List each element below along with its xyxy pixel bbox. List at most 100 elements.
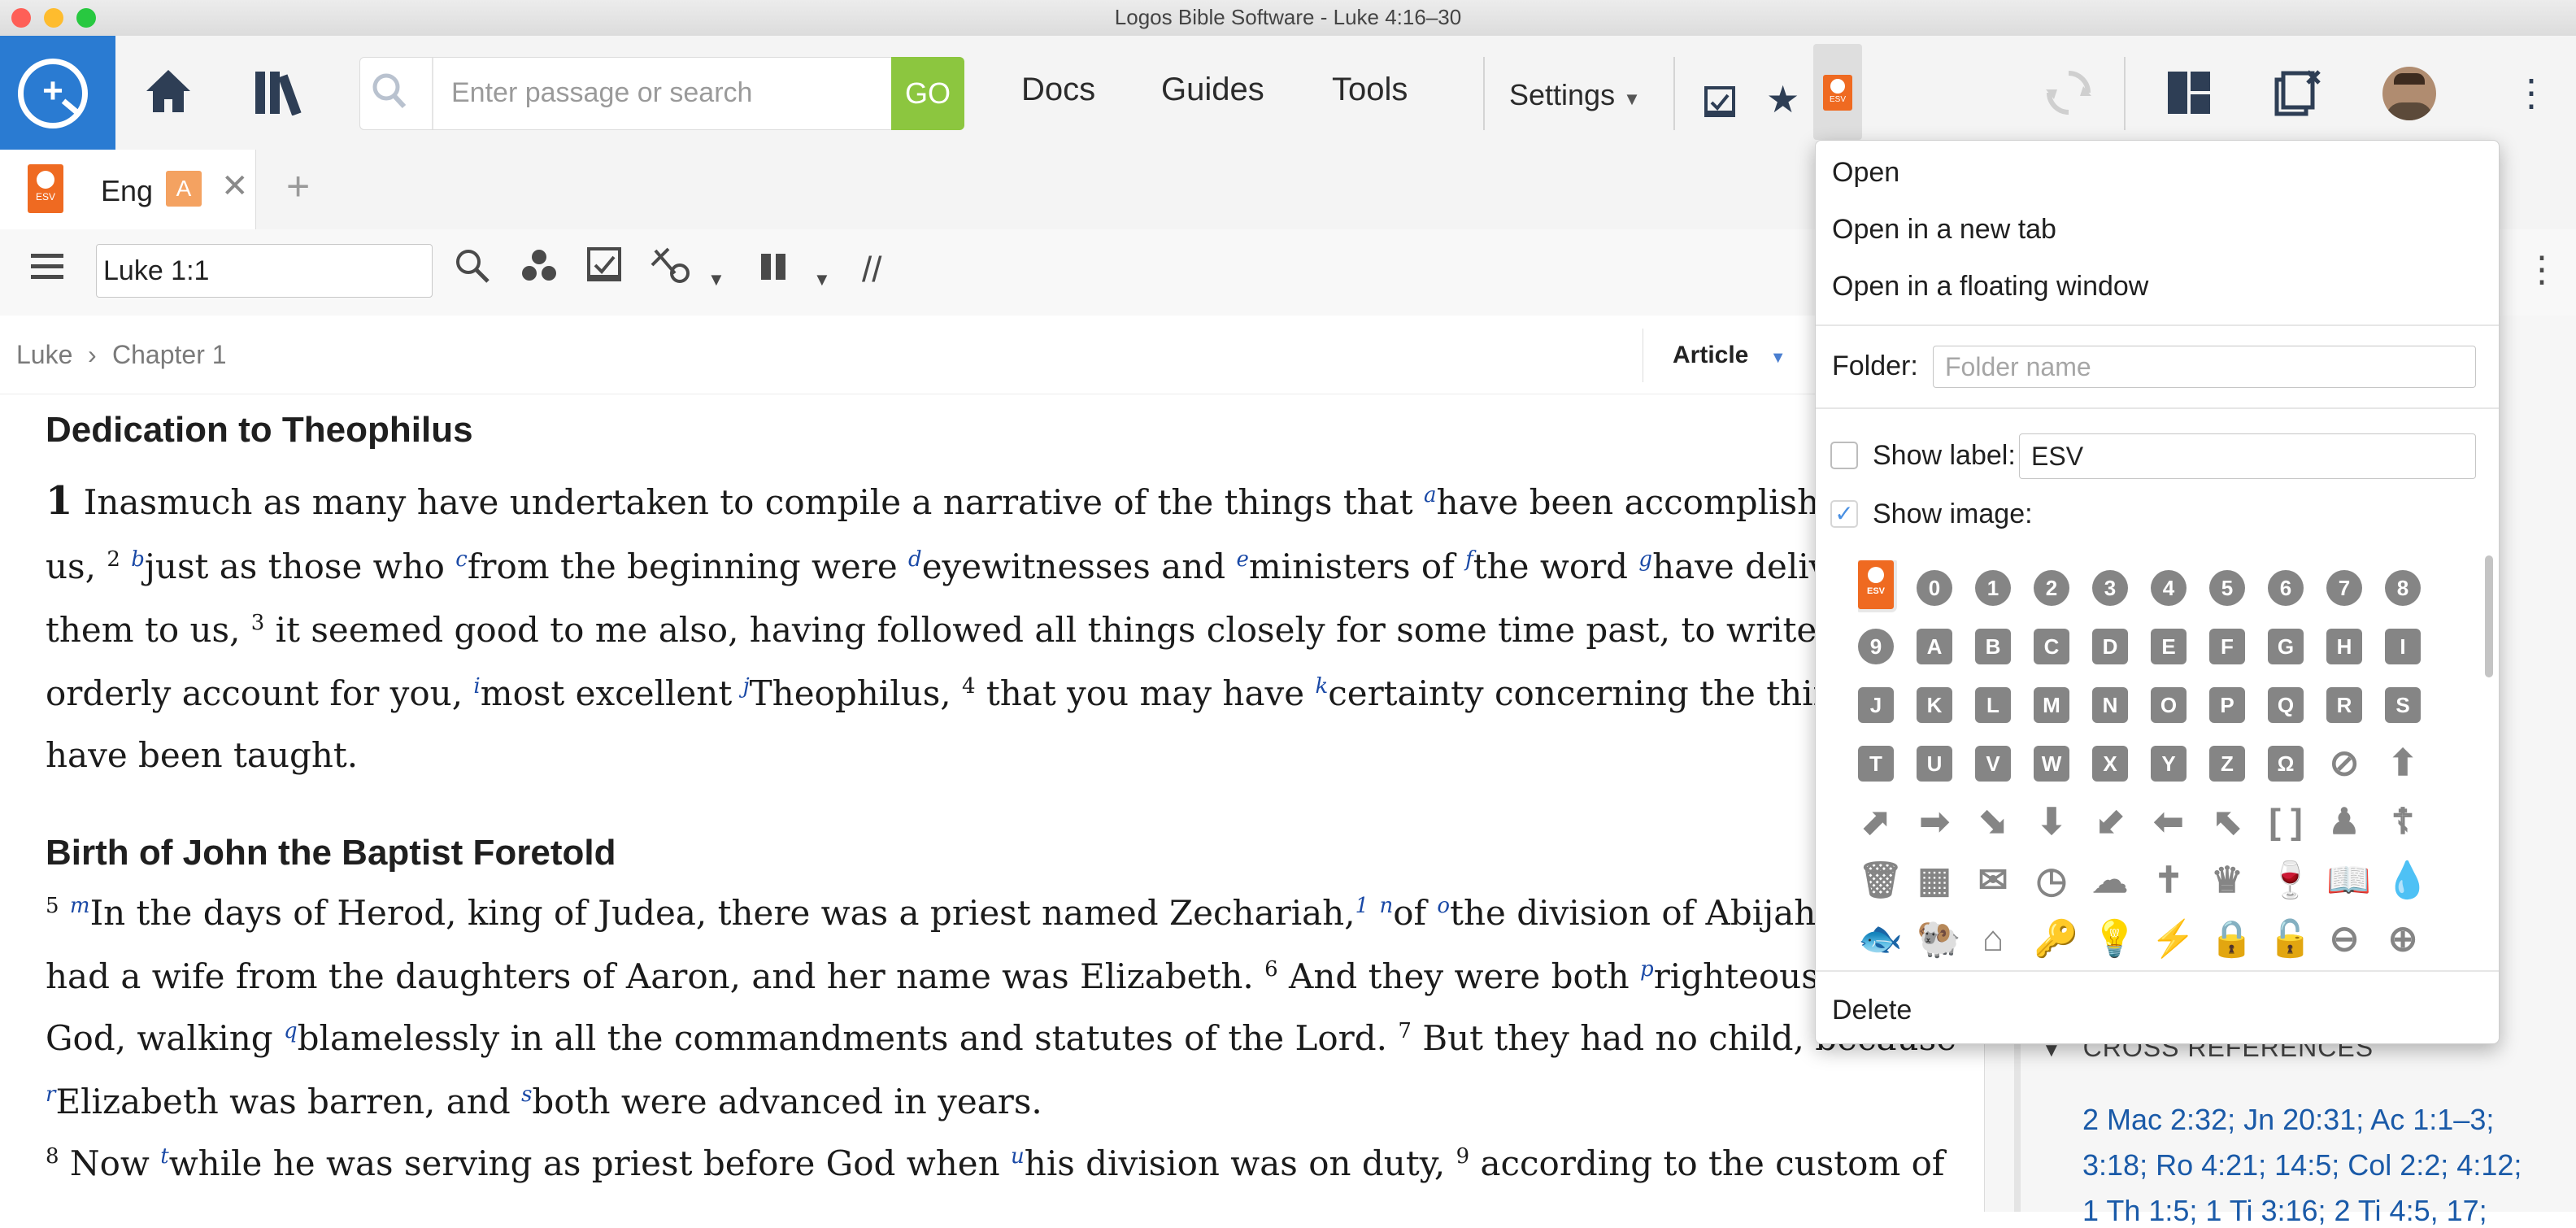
icon-option-symbol[interactable]: ♟ bbox=[2326, 804, 2362, 840]
sync-icon[interactable] bbox=[2044, 68, 2093, 127]
logos-logo-button[interactable]: + bbox=[0, 36, 115, 150]
icon-option-number[interactable]: 2 bbox=[2034, 570, 2069, 606]
icon-option-letter[interactable]: U bbox=[1917, 746, 1952, 782]
parallel-resources-icon[interactable] bbox=[520, 247, 558, 294]
icon-option-letter[interactable]: G bbox=[2268, 629, 2304, 664]
icon-option-symbol[interactable]: 📖 bbox=[2326, 863, 2371, 899]
user-avatar[interactable] bbox=[2382, 67, 2436, 120]
icon-option-letter[interactable]: N bbox=[2092, 687, 2128, 723]
icon-option-number[interactable]: 3 bbox=[2092, 570, 2128, 606]
icon-option-symbol[interactable]: ⊘ bbox=[2326, 746, 2362, 782]
icon-option-symbol[interactable]: ⬆ bbox=[2385, 746, 2421, 782]
reading-plan-icon[interactable] bbox=[587, 247, 623, 293]
tools-menu[interactable]: Tools bbox=[1332, 72, 1408, 108]
icon-option-symbol[interactable]: ◷ bbox=[2034, 863, 2069, 899]
icon-option-number[interactable]: 0 bbox=[1917, 570, 1952, 606]
view-mode-dropdown[interactable]: Article ▼ bbox=[1643, 329, 1815, 382]
panel-more-options-icon[interactable]: ⋮ bbox=[2524, 247, 2560, 293]
cross-reference-links[interactable]: 2 Mac 2:32; Jn 20:31; Ac 1:1–3; bbox=[2082, 1103, 2494, 1137]
icon-option-symbol[interactable]: ⌂ bbox=[1975, 921, 2011, 957]
icon-option-symbol[interactable]: ▦ bbox=[1917, 863, 1952, 899]
icon-option-symbol[interactable]: ⬋ bbox=[2092, 804, 2128, 840]
icon-option-letter[interactable]: Q bbox=[2268, 687, 2304, 723]
icon-option-letter[interactable]: W bbox=[2034, 746, 2069, 782]
icon-option-symbol[interactable]: ⚡ bbox=[2151, 921, 2195, 957]
cross-reference-links[interactable]: 1 Th 1:5; 1 Ti 3:16; 2 Ti 4:5, 17; bbox=[2082, 1194, 2487, 1228]
icon-option-esv[interactable]: ESV bbox=[1858, 560, 1897, 612]
layouts-icon[interactable] bbox=[2166, 70, 2212, 125]
icon-option-symbol[interactable]: 🔒 bbox=[2209, 921, 2254, 957]
breadcrumb-chapter[interactable]: Chapter 1 bbox=[112, 340, 227, 370]
show-label-checkbox[interactable] bbox=[1830, 442, 1858, 469]
icon-option-letter[interactable]: K bbox=[1917, 687, 1952, 723]
library-icon[interactable] bbox=[254, 68, 306, 125]
icon-option-letter[interactable]: Z bbox=[2209, 746, 2245, 782]
icon-option-number[interactable]: 1 bbox=[1975, 570, 2011, 606]
icon-option-letter[interactable]: M bbox=[2034, 687, 2069, 723]
close-all-panels-icon[interactable] bbox=[2274, 68, 2322, 127]
icon-option-letter[interactable]: I bbox=[2385, 629, 2421, 664]
checklist-icon[interactable] bbox=[1704, 78, 1735, 127]
icon-option-symbol[interactable]: 🔓 bbox=[2268, 921, 2313, 957]
icon-option-letter[interactable]: V bbox=[1975, 746, 2011, 782]
columns-icon[interactable] bbox=[758, 247, 790, 293]
icon-option-number[interactable]: 5 bbox=[2209, 570, 2245, 606]
icon-option-number[interactable]: 6 bbox=[2268, 570, 2304, 606]
menu-item-delete[interactable]: Delete bbox=[1832, 995, 1912, 1026]
icon-option-symbol[interactable]: ⬅ bbox=[2151, 804, 2187, 840]
icon-option-letter[interactable]: J bbox=[1858, 687, 1894, 723]
icon-option-symbol[interactable]: ⬇ bbox=[2034, 804, 2069, 840]
icon-option-letter[interactable]: E bbox=[2151, 629, 2187, 664]
icon-option-symbol[interactable]: ➡ bbox=[1917, 804, 1952, 840]
tab-badge[interactable]: A bbox=[166, 171, 202, 207]
search-input[interactable] bbox=[450, 72, 876, 113]
icon-option-number[interactable]: 8 bbox=[2385, 570, 2421, 606]
icon-option-letter[interactable]: A bbox=[1917, 629, 1952, 664]
esv-shortcut-button[interactable]: ESV bbox=[1813, 44, 1862, 140]
icon-option-letter[interactable]: X bbox=[2092, 746, 2128, 782]
icon-option-symbol[interactable]: 🗑 bbox=[1858, 863, 1904, 899]
icon-option-letter[interactable]: B bbox=[1975, 629, 2011, 664]
icon-option-number[interactable]: 7 bbox=[2326, 570, 2362, 606]
icon-option-letter[interactable]: Y bbox=[2151, 746, 2187, 782]
icon-option-letter[interactable]: R bbox=[2326, 687, 2362, 723]
icon-option-symbol[interactable]: ⬉ bbox=[2209, 804, 2245, 840]
breadcrumb-book[interactable]: Luke bbox=[16, 340, 72, 370]
menu-item-open[interactable]: Open bbox=[1832, 157, 1899, 189]
icon-option-symbol[interactable]: ⬊ bbox=[1975, 804, 2011, 840]
icon-option-letter[interactable]: S bbox=[2385, 687, 2421, 723]
icon-option-symbol[interactable]: 💧 bbox=[2385, 863, 2430, 899]
icon-option-letter[interactable]: D bbox=[2092, 629, 2128, 664]
interlinear-icon[interactable]: // bbox=[862, 247, 881, 293]
icon-option-number[interactable]: 9 bbox=[1858, 629, 1894, 664]
icon-option-letter[interactable]: L bbox=[1975, 687, 2011, 723]
go-button[interactable]: GO bbox=[891, 57, 964, 130]
guides-menu[interactable]: Guides bbox=[1161, 72, 1264, 108]
search-icon[interactable] bbox=[454, 247, 491, 294]
icon-option-letter[interactable]: Ω bbox=[2268, 746, 2304, 782]
icon-option-letter[interactable]: P bbox=[2209, 687, 2245, 723]
reference-box[interactable]: Luke 1:1 bbox=[96, 244, 433, 298]
visual-filter-icon[interactable] bbox=[651, 247, 691, 294]
icon-option-symbol[interactable]: ✉ bbox=[1975, 863, 2011, 899]
chevron-down-icon[interactable]: ▼ bbox=[813, 257, 831, 303]
icon-option-symbol[interactable]: [ ] bbox=[2268, 804, 2304, 840]
new-tab-icon[interactable]: + bbox=[286, 163, 310, 210]
chevron-down-icon[interactable]: ▼ bbox=[707, 257, 725, 303]
icon-option-symbol[interactable]: ☦ bbox=[2385, 804, 2421, 840]
more-options-icon[interactable]: ⋮ bbox=[2513, 68, 2550, 117]
icon-option-symbol[interactable]: 🔑 bbox=[2034, 921, 2078, 957]
cross-reference-links[interactable]: 3:18; Ro 4:21; 14:5; Col 2:2; 4:12; bbox=[2082, 1148, 2522, 1182]
icon-grid-scrollbar[interactable] bbox=[2485, 555, 2493, 677]
icon-option-letter[interactable]: F bbox=[2209, 629, 2245, 664]
menu-item-open-new-tab[interactable]: Open in a new tab bbox=[1832, 214, 2056, 246]
settings-menu[interactable]: Settings ▼ bbox=[1509, 78, 1641, 112]
menu-item-open-floating[interactable]: Open in a floating window bbox=[1832, 271, 2148, 303]
icon-option-letter[interactable]: T bbox=[1858, 746, 1894, 782]
icon-option-symbol[interactable]: 🐟 bbox=[1858, 921, 1903, 957]
tab-esv[interactable]: ESV Eng A ✕ bbox=[0, 150, 256, 229]
icon-option-letter[interactable]: C bbox=[2034, 629, 2069, 664]
icon-option-letter[interactable]: H bbox=[2326, 629, 2362, 664]
icon-option-symbol[interactable]: ♛ bbox=[2209, 863, 2245, 899]
home-icon[interactable] bbox=[143, 67, 194, 125]
